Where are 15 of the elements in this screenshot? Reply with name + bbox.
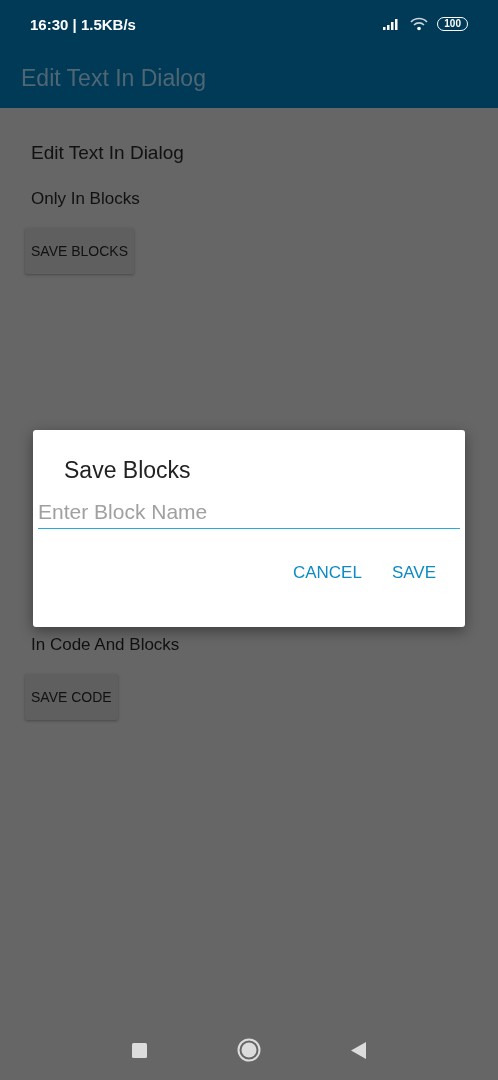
- save-button[interactable]: SAVE CODE: [25, 674, 118, 720]
- save-button[interactable]: SAVE BLOCKS: [25, 228, 134, 274]
- wifi-icon: [409, 17, 430, 31]
- block-name-field[interactable]: Enter Block Name: [38, 496, 460, 529]
- status-time: 16:30 | 1.5KB/s: [30, 15, 136, 33]
- home-icon[interactable]: [237, 1038, 261, 1062]
- dialog-title: Save Blocks: [63, 457, 192, 484]
- app-bar-title: Edit Text In Dialog: [21, 64, 206, 92]
- dialog-button[interactable]: CANCEL: [282, 555, 372, 591]
- section-caption: Only In Blocks: [30, 189, 140, 209]
- recents-icon[interactable]: [132, 1042, 147, 1058]
- section-caption: In Code And Blocks: [30, 635, 180, 655]
- back-icon[interactable]: [351, 1041, 366, 1059]
- dialog-button[interactable]: SAVE: [381, 555, 446, 591]
- section-heading: Edit Text In Dialog: [30, 142, 184, 164]
